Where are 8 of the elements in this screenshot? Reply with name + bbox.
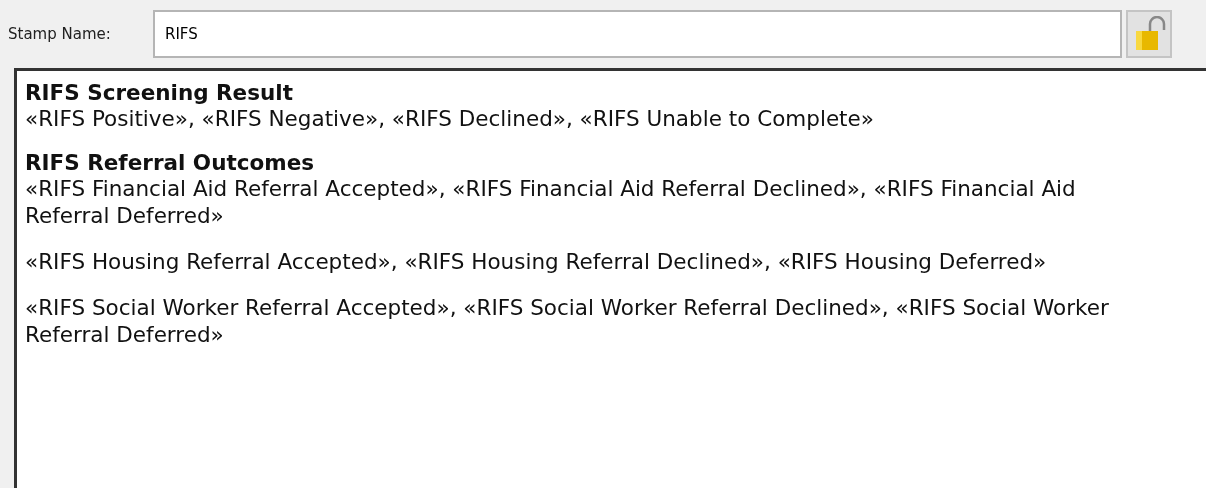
section-heading: RIFS Referral Outcomes bbox=[25, 151, 315, 175]
stamp-name-label: Stamp Name: bbox=[8, 23, 112, 45]
paragraph: «RIFS Positive», «RIFS Negative», «RIFS Declined», «RIFS Unable to Complete» bbox=[25, 105, 875, 132]
section-heading: RIFS Screening Result bbox=[25, 81, 294, 105]
paragraph: «RIFS Housing Referral Accepted», «RIFS Housing Referral Declined», «RIFS Housing Deferred» bbox=[25, 248, 1048, 275]
paragraph: «RIFS Social Worker Referral Accepted», «RIFS Social Worker Referral Declined», «RIFS Social Worker Referral Deferred» bbox=[25, 294, 1110, 348]
stamp-name-field[interactable]: RIFS bbox=[153, 10, 1122, 58]
paragraph: «RIFS Financial Aid Referral Accepted», «RIFS Financial Aid Referral Declined», «RIFS Financial Aid Referral Deferred» bbox=[25, 175, 1077, 229]
